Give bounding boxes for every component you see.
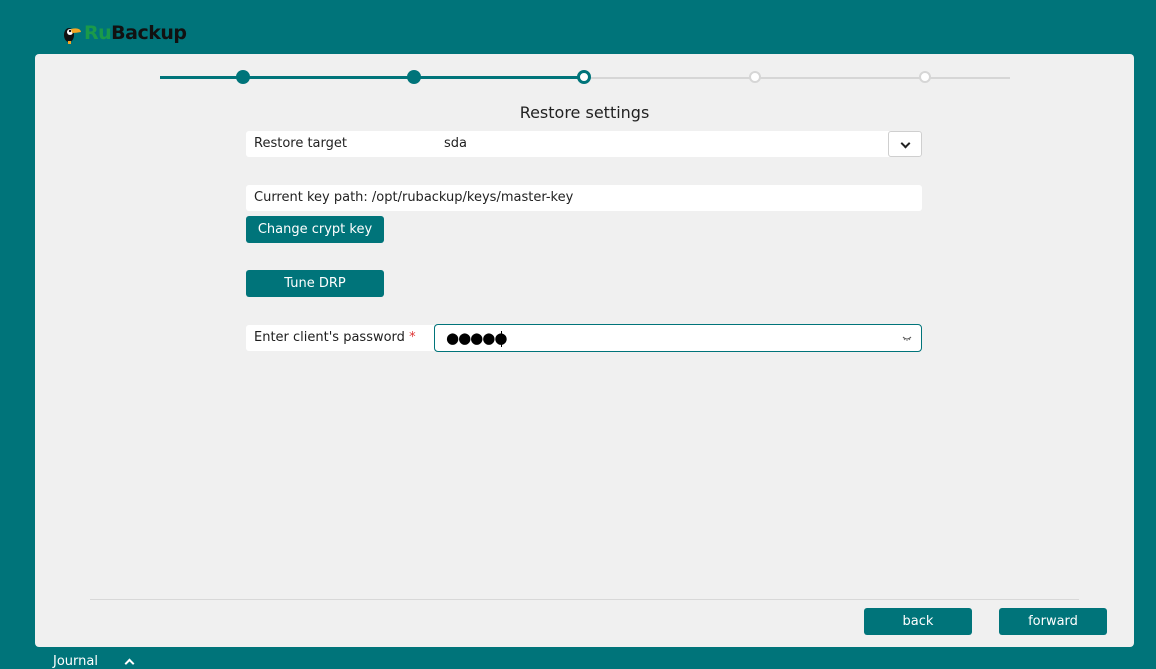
client-password-row: Enter client's password * ●●●●● (246, 324, 922, 352)
top-bar: Ru Backup (0, 0, 1156, 52)
client-password-label-box: Enter client's password * (246, 325, 434, 351)
journal-bar: Journal (0, 647, 1156, 669)
step-2-node (407, 70, 421, 84)
restore-target-label: Restore target (254, 136, 347, 151)
app-logo: Ru Backup (60, 22, 187, 44)
wizard-stepper (160, 69, 1010, 85)
back-button[interactable]: back (864, 608, 972, 635)
wizard-panel: Restore settings Restore target sda Curr… (35, 54, 1134, 647)
show-password-icon[interactable] (902, 333, 912, 343)
step-3-node (577, 70, 591, 84)
footer-divider (90, 599, 1079, 600)
client-password-label: Enter client's password * (254, 325, 416, 351)
logo-text-ru: Ru (84, 22, 112, 44)
stepper-remaining-line (585, 77, 1010, 79)
tune-drp-button[interactable]: Tune DRP (246, 270, 384, 297)
step-5-node (919, 71, 931, 83)
forward-button[interactable]: forward (999, 608, 1107, 635)
chevron-down-icon (900, 138, 911, 149)
toucan-logo-icon (60, 22, 82, 44)
restore-target-row: Restore target sda (246, 131, 922, 157)
required-mark: * (409, 330, 416, 345)
journal-toggle[interactable]: Journal (53, 654, 98, 669)
password-masked-value: ●●●●● (446, 329, 507, 347)
logo-text-backup: Backup (111, 22, 187, 44)
page-title: Restore settings (519, 103, 650, 122)
step-4-node (749, 71, 761, 83)
text-caret (501, 331, 502, 347)
chevron-up-icon[interactable] (124, 658, 135, 669)
key-path-row: Current key path: /opt/rubackup/keys/mas… (246, 185, 922, 211)
key-path-text: Current key path: /opt/rubackup/keys/mas… (254, 190, 574, 205)
change-crypt-key-button[interactable]: Change crypt key (246, 216, 384, 243)
restore-target-dropdown-button[interactable] (888, 131, 922, 157)
step-1-node (236, 70, 250, 84)
client-password-input[interactable]: ●●●●● (434, 324, 922, 352)
restore-target-select[interactable]: sda (444, 131, 467, 157)
stepper-progress-line (160, 76, 585, 79)
client-password-label-text: Enter client's password (254, 330, 405, 345)
